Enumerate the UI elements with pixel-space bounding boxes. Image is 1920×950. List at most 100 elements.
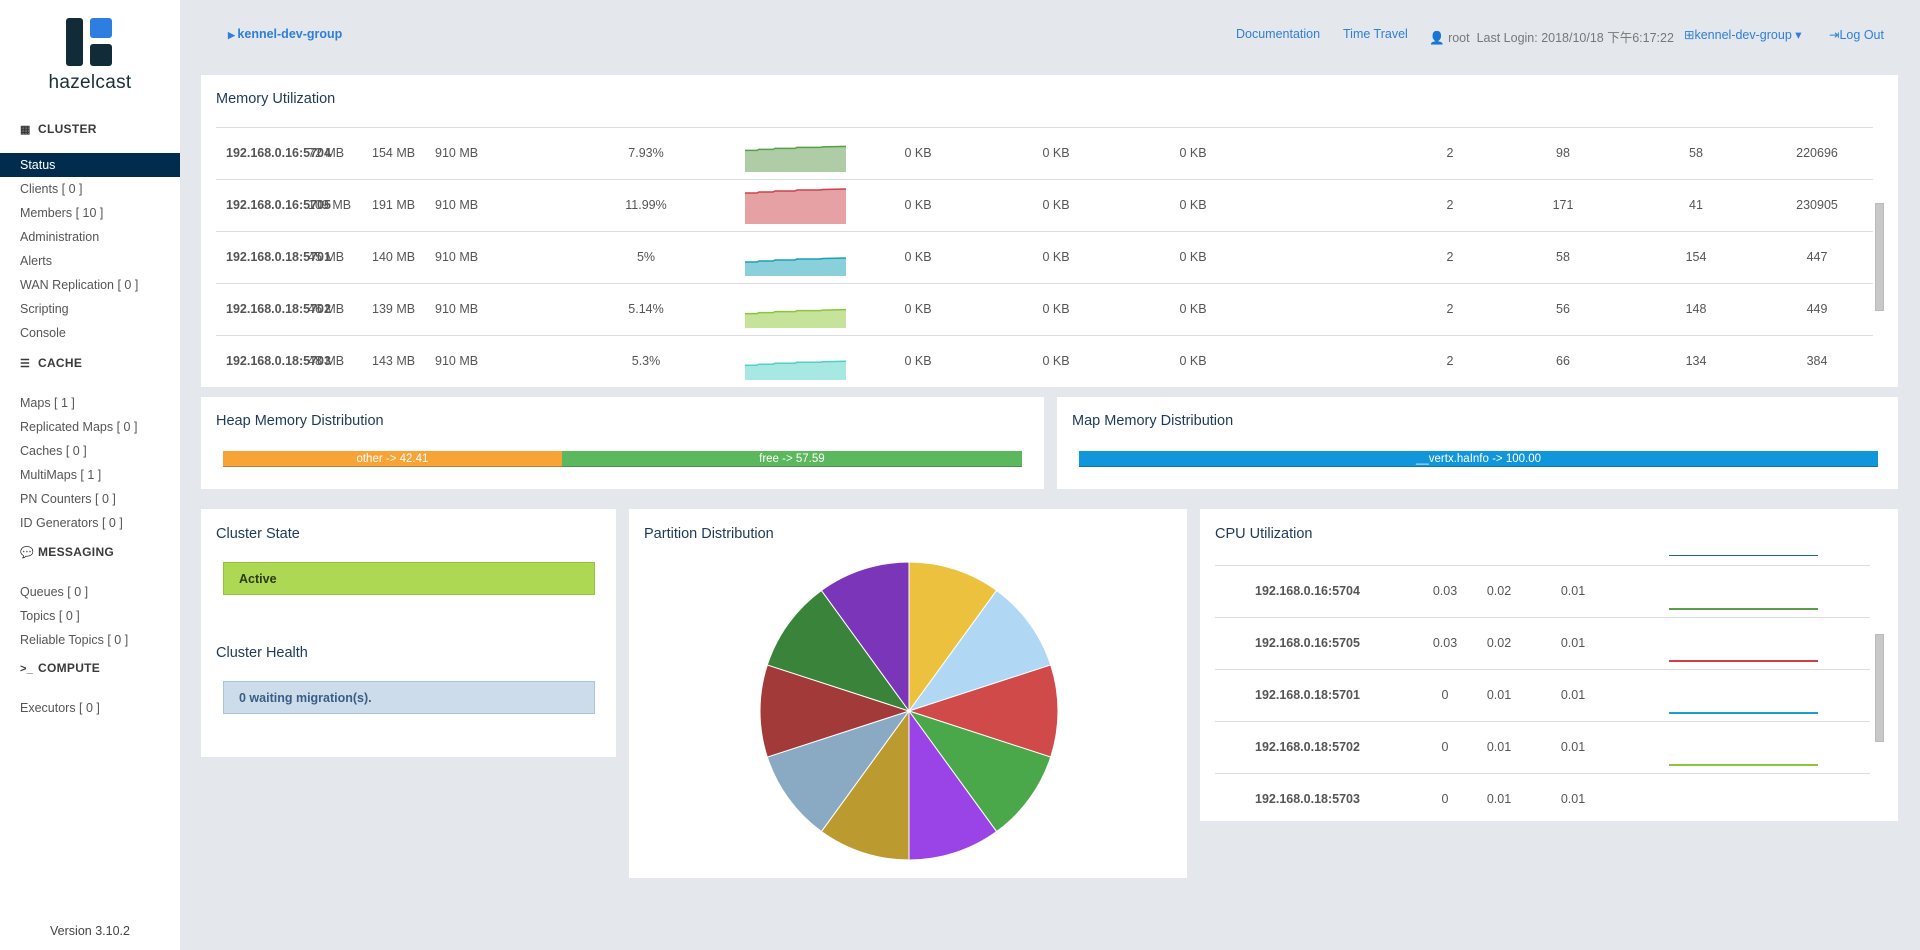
cell-load-b: 0.01 bbox=[1486, 740, 1512, 754]
cell-load-b: 0.01 bbox=[1486, 792, 1512, 806]
cell-used: 109 MB bbox=[308, 198, 352, 212]
section-title: CACHE bbox=[38, 356, 83, 370]
cell-n1: 2 bbox=[1446, 146, 1454, 160]
map-memory-panel: Map Memory Distribution __vertx.haInfo -… bbox=[1057, 397, 1898, 489]
cpu-sparkline bbox=[1669, 764, 1818, 766]
cell-n3: 58 bbox=[1689, 146, 1703, 160]
distribution-segment: other -> 42.41 bbox=[223, 451, 562, 467]
sidebar-item[interactable]: Clients [ 0 ] bbox=[0, 177, 180, 201]
section-title: COMPUTE bbox=[38, 661, 101, 675]
cell-n3: 154 bbox=[1685, 250, 1707, 264]
last-login: Last Login: 2018/10/18 下午6:17:22 bbox=[1476, 31, 1674, 45]
cell-n3: 41 bbox=[1689, 198, 1703, 212]
table-row: 192.168.0.18:5703 0 0.01 0.01 bbox=[1215, 773, 1870, 825]
section-messaging: 💬 MESSAGING bbox=[20, 545, 114, 559]
group-label: kennel-dev-group bbox=[1694, 28, 1792, 42]
cell-free: 154 MB bbox=[372, 146, 416, 160]
documentation-link[interactable]: Documentation bbox=[1236, 27, 1320, 41]
cell-max: 910 MB bbox=[435, 250, 479, 264]
cell-used: 45 MB bbox=[308, 250, 345, 264]
cell-c1: 0 KB bbox=[904, 250, 932, 264]
cell-n4: 449 bbox=[1806, 302, 1828, 316]
sidebar-item[interactable]: WAN Replication [ 0 ] bbox=[0, 273, 180, 297]
cell-load-b: 0.02 bbox=[1486, 636, 1512, 650]
sidebar-item[interactable]: Replicated Maps [ 0 ] bbox=[0, 415, 180, 439]
cell-load-b: 0.02 bbox=[1486, 584, 1512, 598]
sidebar-item[interactable]: Caches [ 0 ] bbox=[0, 439, 180, 463]
cpu-sparkline bbox=[1669, 712, 1818, 714]
cell-max: 910 MB bbox=[435, 354, 479, 368]
cell-free: 139 MB bbox=[372, 302, 416, 316]
sidebar-item[interactable]: Reliable Topics [ 0 ] bbox=[0, 628, 180, 652]
cell-load-a: 0.03 bbox=[1432, 636, 1458, 650]
section-compute: >_ COMPUTE bbox=[20, 661, 100, 675]
cell-used: 48 MB bbox=[308, 354, 345, 368]
cell-member: 192.168.0.18:5701 bbox=[1255, 688, 1360, 702]
cell-pct: 5.3% bbox=[631, 354, 661, 368]
sidebar-item[interactable]: Members [ 10 ] bbox=[0, 201, 180, 225]
cell-n4: 230905 bbox=[1796, 198, 1838, 212]
cell-n2: 171 bbox=[1552, 198, 1574, 212]
cell-pct: 5.14% bbox=[628, 302, 664, 316]
memory-sparkline bbox=[745, 308, 846, 328]
cpu-utilization-panel: CPU Utilization 192.168.0.16:5704 0.03 0.0… bbox=[1200, 509, 1898, 821]
sidebar-item[interactable]: Console bbox=[0, 321, 180, 345]
time-travel-link[interactable]: Time Travel bbox=[1343, 27, 1408, 41]
scrollbar[interactable] bbox=[1875, 203, 1884, 311]
memory-sparkline bbox=[745, 188, 846, 224]
cell-pct: 11.99% bbox=[625, 198, 667, 212]
table-row: 192.168.0.18:5701 0 0.01 0.01 bbox=[1215, 669, 1870, 721]
distribution-segment: __vertx.haInfo -> 100.00 bbox=[1079, 451, 1878, 467]
partition-pie-chart bbox=[759, 561, 1059, 861]
sidebar-item[interactable]: Administration bbox=[0, 225, 180, 249]
sparkline-area bbox=[745, 146, 846, 172]
panel-title: Map Memory Distribution bbox=[1072, 413, 1234, 429]
cell-n4: 220696 bbox=[1796, 146, 1838, 160]
panel-title: Cluster Health bbox=[216, 645, 308, 661]
heap-memory-panel: Heap Memory Distribution other -> 42.41 f… bbox=[201, 397, 1044, 489]
cell-member: 192.168.0.18:5702 bbox=[1255, 740, 1360, 754]
sidebar-item[interactable]: Queues [ 0 ] bbox=[0, 580, 180, 604]
cell-free: 191 MB bbox=[372, 198, 416, 212]
comments-icon: 💬 bbox=[20, 547, 34, 559]
group-dropdown[interactable]: ⊞kennel-dev-group ▾ bbox=[1684, 27, 1802, 42]
breadcrumb[interactable]: ▶ kennel-dev-group bbox=[228, 27, 342, 41]
sidebar-item[interactable]: Status bbox=[0, 153, 180, 177]
cell-load-a: 0 bbox=[1441, 688, 1449, 702]
username: root bbox=[1448, 31, 1470, 45]
cell-n2: 66 bbox=[1556, 354, 1570, 368]
cell-load-a: 0 bbox=[1441, 740, 1449, 754]
cell-n4: 384 bbox=[1806, 354, 1828, 368]
panel-title: Memory Utilization bbox=[216, 91, 336, 107]
sidebar-item[interactable]: Alerts bbox=[0, 249, 180, 273]
table-row: 192.168.0.16:5704 72 MB 154 MB 910 MB 7.93% 0… bbox=[216, 127, 1873, 179]
sidebar-item[interactable]: MultiMaps [ 1 ] bbox=[0, 463, 180, 487]
sidebar-item[interactable]: Maps [ 1 ] bbox=[0, 391, 180, 415]
list-icon: ☰ bbox=[20, 358, 31, 370]
sidebar-item[interactable]: Scripting bbox=[0, 297, 180, 321]
cell-used: 46 MB bbox=[308, 302, 345, 316]
terminal-icon: >_ bbox=[20, 663, 34, 675]
cell-n3: 148 bbox=[1685, 302, 1707, 316]
user-icon: 👤 bbox=[1429, 31, 1445, 45]
sign-out-icon: ⇥ bbox=[1829, 28, 1840, 42]
table-row: 192.168.0.18:5703 48 MB 143 MB 910 MB 5.3% 0 … bbox=[216, 335, 1873, 387]
sidebar-item[interactable]: Topics [ 0 ] bbox=[0, 604, 180, 628]
cluster-health-badge: 0 waiting migration(s). bbox=[223, 681, 595, 714]
cell-c3: 0 KB bbox=[1179, 354, 1207, 368]
scrollbar[interactable] bbox=[1875, 634, 1884, 742]
sidebar-item[interactable]: ID Generators [ 0 ] bbox=[0, 511, 180, 535]
memory-sparkline bbox=[745, 145, 846, 172]
cell-c1: 0 KB bbox=[904, 146, 932, 160]
cell-n1: 2 bbox=[1446, 250, 1454, 264]
sidebar-item[interactable]: Executors [ 0 ] bbox=[0, 696, 180, 720]
cell-n1: 2 bbox=[1446, 302, 1454, 316]
section-cluster: ▦ CLUSTER bbox=[20, 122, 97, 136]
cell-load-a: 0.03 bbox=[1432, 584, 1458, 598]
cell-c2: 0 KB bbox=[1042, 250, 1070, 264]
section-title: CLUSTER bbox=[38, 122, 97, 136]
table-row: 192.168.0.16:5705 109 MB 191 MB 910 MB 11.99… bbox=[216, 179, 1873, 231]
logout-link[interactable]: ⇥Log Out bbox=[1829, 27, 1884, 42]
table-row: 192.168.0.18:5701 45 MB 140 MB 910 MB 5% 0 KB… bbox=[216, 231, 1873, 283]
sidebar-item[interactable]: PN Counters [ 0 ] bbox=[0, 487, 180, 511]
